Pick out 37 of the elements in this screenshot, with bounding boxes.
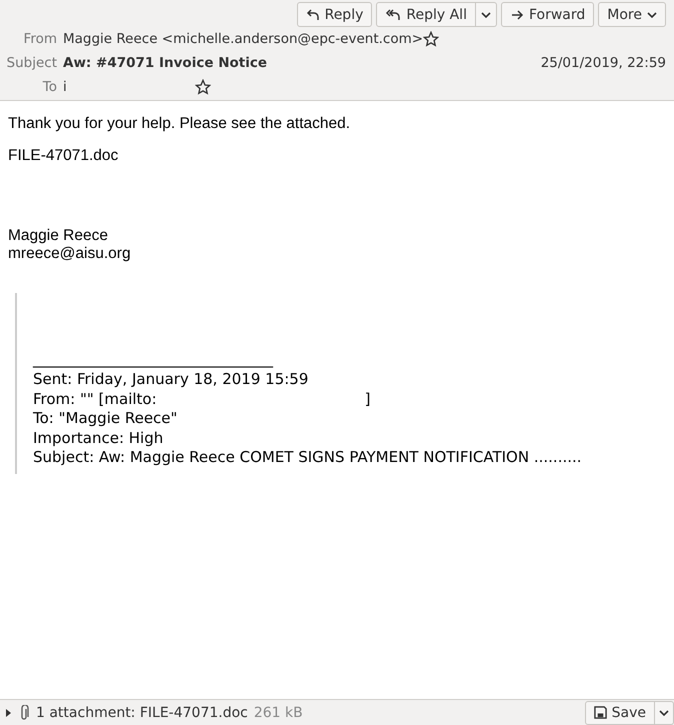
reply-arrow-icon bbox=[306, 8, 320, 22]
quoted-bracket: ] bbox=[364, 390, 371, 409]
signature-line: Maggie Reece bbox=[8, 227, 109, 245]
dropdown-button[interactable] bbox=[655, 700, 674, 724]
quoted-subject: Subject: Aw: Maggie Reece COMET SIGNS PAYMENT NOTIFICATION .......... bbox=[33, 448, 582, 468]
save-button[interactable]: Save bbox=[584, 700, 655, 724]
caret-icon bbox=[647, 10, 657, 20]
floppy-icon bbox=[594, 706, 607, 719]
quoted-sent: Sent: Friday, January 18, 2019 15:59 bbox=[33, 370, 308, 390]
sender: Maggie Reece <michelle.anderson@epc-event.com> bbox=[63, 31, 424, 47]
attachment-summary[interactable]: 1 attachment: FILE-47071.doc bbox=[36, 704, 248, 720]
signature-line: mreece@aisu.org bbox=[8, 245, 132, 263]
reply-all-button[interactable]: Reply All bbox=[376, 2, 476, 27]
to-label: To bbox=[42, 79, 57, 95]
forward-button[interactable]: Forward bbox=[500, 2, 594, 27]
subject-label: Subject bbox=[6, 55, 57, 71]
quoted-to: To: "Maggie Reece" bbox=[33, 409, 178, 428]
date: 25/01/2019, 22:59 bbox=[540, 55, 666, 71]
expander-icon[interactable] bbox=[4, 708, 12, 716]
message-text: FILE-47071.doc bbox=[8, 147, 120, 165]
reply-button[interactable]: Reply bbox=[296, 2, 372, 27]
double-reply-arrow-icon bbox=[385, 8, 402, 22]
star-icon[interactable] bbox=[194, 79, 211, 95]
forward-arrow-icon bbox=[510, 8, 524, 22]
separator-rule: ________________________________ bbox=[33, 349, 273, 370]
quoted-from: From: "" [mailto: bbox=[33, 390, 157, 409]
recipient: i bbox=[63, 79, 67, 95]
message-text: Thank you for your help. Please see the attached. bbox=[8, 115, 352, 133]
from-label: From bbox=[22, 31, 57, 47]
dropdown-button[interactable] bbox=[476, 2, 497, 27]
caret-icon bbox=[480, 10, 491, 20]
subject: Aw: #47071 Invoice Notice bbox=[63, 55, 268, 71]
caret-icon bbox=[659, 708, 669, 718]
more-button[interactable]: More bbox=[598, 2, 666, 27]
attachment-size: 261 kB bbox=[254, 704, 304, 720]
quoted-importance: Importance: High bbox=[33, 428, 164, 448]
star-icon[interactable] bbox=[423, 31, 440, 47]
